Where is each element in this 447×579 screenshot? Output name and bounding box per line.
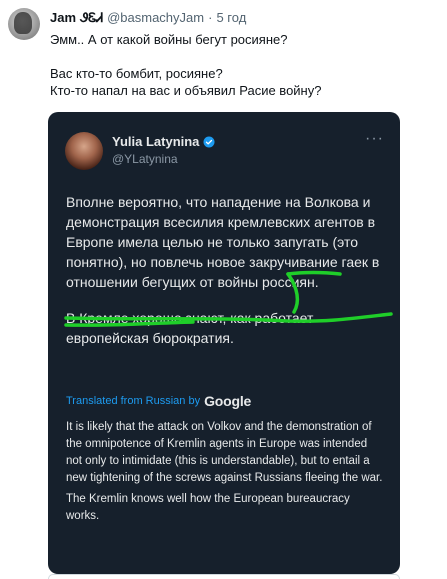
next-card-edge: [48, 574, 400, 579]
tweet-header: Jam ᏭᏋᏗ @basmachyJam · 5 год: [50, 10, 246, 26]
translated-text: It is likely that the attack on Volkov a…: [66, 419, 386, 525]
tweet-line: Кто-то напал на вас и объявил Расие войн…: [50, 83, 322, 98]
quoted-author-row: Yulia Latynina: [112, 134, 215, 149]
quoted-author-handle: @YLatynina: [112, 152, 178, 166]
tweet: Jam ᏭᏋᏗ @basmachyJam · 5 год Эмм.. А от …: [0, 0, 447, 579]
translated-from-label: Translated from Russian by: [66, 395, 201, 407]
author-handle[interactable]: @basmachyJam: [107, 10, 204, 25]
translated-paragraph: The Kremlin knows well how the European …: [66, 493, 350, 522]
quoted-author-avatar: [65, 132, 103, 170]
quoted-paragraph: В Кремле хорошо знают, как работает евро…: [66, 310, 314, 346]
quoted-tweet-screenshot[interactable]: Yulia Latynina @YLatynina ··· Вполне вер…: [48, 112, 400, 574]
quoted-author-name: Yulia Latynina: [112, 134, 200, 149]
tweet-text: Эмм.. А от какой войны бегут росияне? Ва…: [50, 31, 321, 99]
author-flag: ᏭᏋᏗ: [80, 10, 104, 25]
translated-paragraph: It is likely that the attack on Volkov a…: [66, 421, 383, 484]
tweet-line: Вас кто-то бомбит, росияне?: [50, 66, 223, 81]
author-name[interactable]: Jam: [50, 10, 76, 25]
separator: ·: [208, 10, 213, 25]
author-avatar[interactable]: [8, 8, 40, 40]
verified-badge-icon: [203, 136, 215, 147]
quoted-paragraph: Вполне вероятно, что нападение на Волков…: [66, 194, 380, 290]
translation-attribution: Translated from Russian by Google: [66, 393, 251, 409]
google-logo: Google: [204, 393, 252, 409]
tweet-timestamp[interactable]: 5 год: [216, 10, 246, 25]
tweet-line: Эмм.. А от какой войны бегут росияне?: [50, 32, 288, 47]
quoted-tweet-text: Вполне вероятно, что нападение на Волков…: [66, 192, 386, 348]
more-options-icon: ···: [365, 130, 384, 147]
